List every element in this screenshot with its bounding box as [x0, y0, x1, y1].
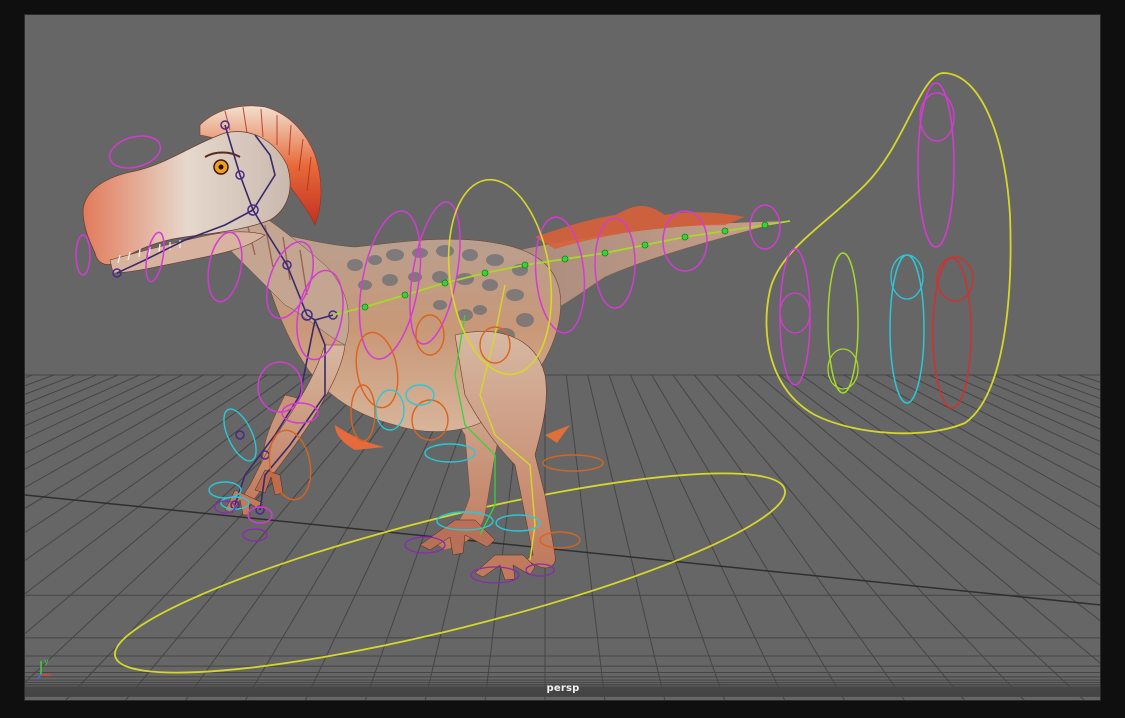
grid-line	[25, 374, 226, 488]
belly-spike	[335, 425, 385, 450]
grid-line	[25, 374, 97, 405]
grid-line	[25, 374, 247, 509]
selector-panel-outline[interactable]	[765, 72, 1012, 435]
axis-z-line	[36, 674, 42, 680]
grid-line	[25, 374, 311, 595]
grid-line	[971, 374, 1101, 430]
selector-right-leg-top[interactable]	[890, 254, 924, 300]
axis-gizmo: y	[36, 657, 51, 680]
grid-line	[25, 374, 76, 395]
grid-line	[25, 374, 290, 562]
selector-right-leg[interactable]	[889, 254, 925, 404]
grid-center-line	[25, 494, 1101, 606]
perspective-viewport[interactable]: y persp	[25, 15, 1101, 701]
selector-panel[interactable]	[765, 72, 1012, 435]
grid-line	[864, 374, 1101, 509]
grid-line	[25, 374, 204, 470]
grid-line	[907, 374, 1101, 472]
selector-left-leg-foot[interactable]	[827, 348, 859, 390]
front-arm-near	[239, 344, 346, 506]
root-controller[interactable]	[102, 435, 799, 701]
grid-line	[886, 374, 1101, 489]
viewport-scene[interactable]	[25, 15, 1101, 701]
grid-line	[1035, 374, 1101, 400]
grid-line	[25, 374, 162, 440]
grid-line	[25, 374, 183, 454]
grid-line	[25, 374, 268, 533]
grid-line	[843, 374, 1101, 531]
camera-label: persp	[546, 683, 580, 694]
eye-pupil	[218, 164, 224, 170]
grid-line	[993, 374, 1101, 419]
ground-grid	[25, 374, 1101, 701]
axis-y-label: y	[44, 657, 49, 666]
grid-line	[779, 374, 1101, 622]
grid-line	[1057, 374, 1101, 391]
grid-line	[25, 374, 119, 415]
grid-line	[1099, 374, 1101, 376]
grid-line	[950, 374, 1101, 443]
selector-right-arm-top[interactable]	[936, 256, 974, 302]
heel-spur	[545, 425, 570, 443]
selector-left-arm[interactable]	[779, 248, 811, 386]
selector-head-top[interactable]	[919, 92, 955, 142]
selector-left-leg[interactable]	[827, 252, 859, 394]
grid-line	[928, 374, 1101, 457]
selector-left-arm-top[interactable]	[779, 292, 811, 334]
grid-line	[25, 374, 140, 427]
grid-line	[1078, 374, 1101, 384]
grid-line	[758, 374, 1101, 665]
selector-head-control[interactable]	[917, 82, 955, 248]
